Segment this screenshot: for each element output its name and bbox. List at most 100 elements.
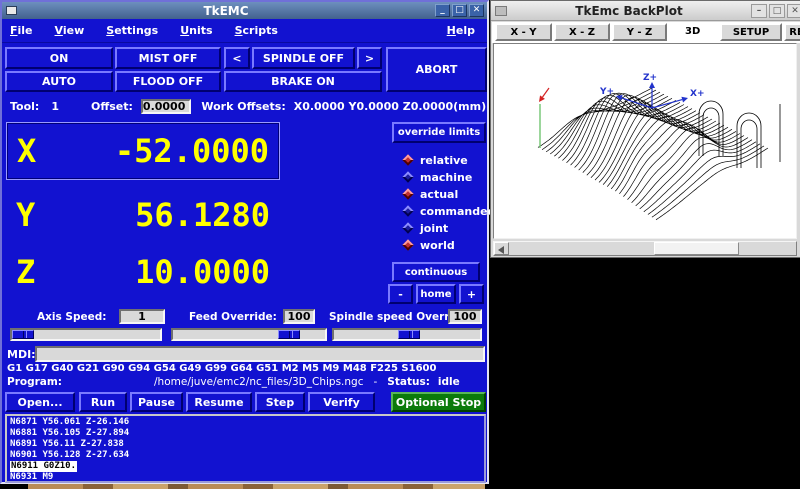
axis-display-y[interactable]: Y 56.1280 — [6, 192, 280, 238]
run-button[interactable]: Run — [79, 392, 127, 412]
reset-button[interactable]: RESET — [784, 23, 800, 41]
backplot-canvas[interactable]: Z+Y+X+ — [493, 43, 797, 239]
menubar: File View Settings Units Scripts Help — [2, 19, 487, 43]
flood-button[interactable]: FLOOD OFF — [115, 71, 221, 92]
tkemc-window: TkEMC _ □ ✕ File View Settings Units Scr… — [0, 0, 489, 484]
axis-speed-entry[interactable]: 1 — [119, 309, 165, 324]
spindle-increase-button[interactable]: > — [357, 47, 382, 69]
program-separator: - — [373, 376, 377, 388]
view-3d-label[interactable]: 3D — [685, 26, 700, 37]
jog-plus-button[interactable]: + — [459, 284, 484, 304]
window-menu-icon[interactable] — [6, 6, 17, 15]
menu-units[interactable]: Units — [180, 24, 212, 37]
close-icon[interactable]: ✕ — [787, 4, 800, 18]
mdi-label: MDI: — [7, 348, 36, 361]
program-label: Program: — [7, 376, 62, 388]
minimize-icon[interactable]: _ — [435, 4, 450, 17]
program-path: /home/juve/emc2/nc_files/3D_Chips.ngc — [154, 376, 363, 388]
backplot-window: TkEmc BackPlot – □ ✕ X - Y X - Z Y - Z 3… — [490, 0, 800, 258]
program-listing[interactable]: N6871 Y56.061 Z-26.146 N6881 Y56.105 Z-2… — [5, 414, 486, 483]
radio-indicator — [402, 205, 413, 216]
menu-file[interactable]: File — [10, 24, 33, 37]
menu-view[interactable]: View — [55, 24, 85, 37]
radio-machine[interactable]: machine — [402, 169, 495, 185]
optional-stop-button[interactable]: Optional Stop — [391, 392, 486, 412]
program-line: N6871 Y56.061 Z-26.146 — [10, 417, 481, 428]
radio-actual[interactable]: actual — [402, 186, 495, 202]
axis-speed-label: Axis Speed: — [37, 311, 106, 323]
mist-button[interactable]: MIST OFF — [115, 47, 221, 69]
feed-override-slider[interactable] — [171, 328, 327, 341]
window-menu-icon[interactable] — [495, 6, 507, 16]
offset-label: Offset: — [91, 100, 133, 113]
program-line: N6931 M9 — [10, 472, 481, 483]
mdi-input[interactable] — [35, 346, 485, 362]
scroll-left-icon[interactable] — [494, 242, 509, 255]
menu-help[interactable]: Help — [447, 24, 475, 37]
offset-entry[interactable]: 0.0000 — [141, 99, 191, 114]
desktop-wallpaper-sliver — [28, 484, 485, 489]
axis-display-z[interactable]: Z 10.0000 — [6, 249, 280, 295]
status-label: Status: — [387, 376, 430, 388]
menu-settings[interactable]: Settings — [106, 24, 158, 37]
axis-letter-y: Y — [16, 196, 35, 234]
brake-button[interactable]: BRAKE ON — [224, 71, 382, 92]
feed-override-entry[interactable]: 100 — [283, 309, 315, 324]
minimize-icon[interactable]: – — [751, 4, 767, 18]
spindle-override-entry[interactable]: 100 — [448, 309, 482, 324]
axis-letter-x: X — [17, 132, 36, 170]
program-line: N6901 Y56.128 Z-27.634 — [10, 450, 481, 461]
resume-button[interactable]: Resume — [186, 392, 252, 412]
jog-minus-button[interactable]: - — [388, 284, 413, 304]
slider-handle[interactable] — [12, 330, 34, 339]
view-xy-button[interactable]: X - Y — [495, 23, 552, 41]
svg-text:X+: X+ — [690, 89, 704, 99]
menu-scripts[interactable]: Scripts — [235, 24, 278, 37]
spindle-decrease-button[interactable]: < — [224, 47, 250, 69]
maximize-icon[interactable]: □ — [769, 4, 785, 18]
pause-button[interactable]: Pause — [130, 392, 183, 412]
tkemc-window-title: TkEMC — [17, 4, 435, 18]
mode-auto-button[interactable]: AUTO — [5, 71, 113, 92]
axis-value-z: 10.0000 — [112, 253, 270, 291]
status-value: idle — [438, 376, 460, 388]
abort-button[interactable]: ABORT — [386, 47, 487, 92]
scrollbar-thumb[interactable] — [654, 242, 739, 255]
close-icon[interactable]: ✕ — [469, 4, 484, 17]
override-limits-button[interactable]: override limits — [392, 122, 486, 143]
setup-button[interactable]: SETUP — [720, 23, 782, 41]
tool-row: Tool: 1 Offset: 0.0000 Work Offsets: X0.… — [2, 98, 487, 115]
backplot-svg: Z+Y+X+ — [494, 44, 796, 238]
maximize-icon[interactable]: □ — [452, 4, 467, 17]
step-button[interactable]: Step — [255, 392, 305, 412]
slider-handle[interactable] — [398, 330, 420, 339]
view-yz-button[interactable]: Y - Z — [612, 23, 667, 41]
verify-button[interactable]: Verify — [308, 392, 375, 412]
jog-continuous-button[interactable]: continuous — [392, 262, 480, 282]
axis-display-x[interactable]: X -52.0000 — [6, 122, 280, 180]
radio-commanded[interactable]: commanded — [402, 203, 495, 219]
home-button[interactable]: home — [416, 284, 456, 304]
program-line: N6891 Y56.11 Z-27.838 — [10, 439, 481, 450]
tool-label: Tool: — [10, 100, 39, 113]
spindle-override-slider[interactable] — [332, 328, 482, 341]
axis-value-y: 56.1280 — [112, 196, 270, 234]
radio-indicator — [402, 188, 413, 199]
radio-relative[interactable]: relative — [402, 152, 495, 168]
slider-handle[interactable] — [278, 330, 300, 339]
open-button[interactable]: Open... — [5, 392, 75, 412]
radio-indicator — [402, 222, 413, 233]
radio-indicator — [402, 171, 413, 182]
work-offsets-label: Work Offsets: — [201, 100, 285, 113]
machine-on-button[interactable]: ON — [5, 47, 113, 69]
backplot-titlebar[interactable]: TkEmc BackPlot – □ ✕ — [491, 1, 800, 21]
radio-world[interactable]: world — [402, 237, 495, 253]
tkemc-titlebar[interactable]: TkEMC _ □ ✕ — [2, 2, 487, 19]
coord-radio-group: relative machine actual commanded joint … — [402, 152, 495, 254]
spindle-button[interactable]: SPINDLE OFF — [252, 47, 355, 69]
axis-speed-slider[interactable] — [10, 328, 162, 341]
radio-joint[interactable]: joint — [402, 220, 495, 236]
backplot-horizontal-scrollbar[interactable] — [493, 241, 797, 256]
axis-letter-z: Z — [16, 253, 35, 291]
view-xz-button[interactable]: X - Z — [554, 23, 610, 41]
